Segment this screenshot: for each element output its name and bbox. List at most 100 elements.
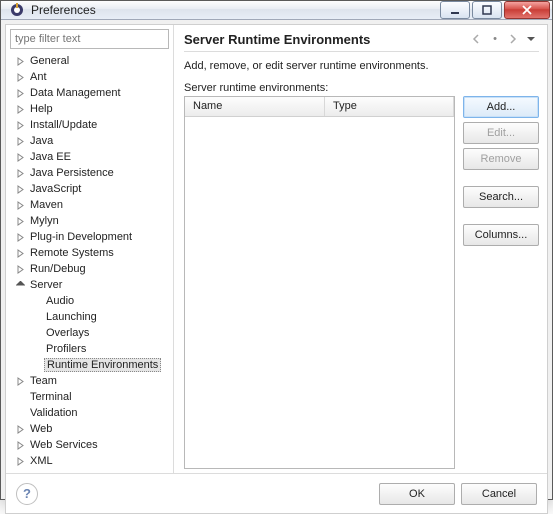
- button-column: Add... Edit... Remove Search... Columns.…: [463, 96, 539, 469]
- tree-item[interactable]: Server: [10, 277, 169, 293]
- tree-item[interactable]: Mylyn: [10, 213, 169, 229]
- tree-item[interactable]: Data Management: [10, 85, 169, 101]
- tree-item-label: Server: [28, 279, 64, 291]
- tree-item-label: XML: [28, 455, 55, 467]
- column-type[interactable]: Type: [325, 97, 454, 116]
- tree-item[interactable]: Terminal: [10, 389, 169, 405]
- preferences-window: Preferences General Ant Data Management Hel…: [0, 0, 553, 500]
- table-header: Name Type: [185, 97, 454, 117]
- collapsed-icon[interactable]: [14, 55, 26, 67]
- tree-item-label: Mylyn: [28, 215, 61, 227]
- tree-item-label: Profilers: [44, 343, 88, 355]
- cancel-button[interactable]: Cancel: [461, 483, 537, 505]
- tree-item[interactable]: Plug-in Development: [10, 229, 169, 245]
- runtime-table[interactable]: Name Type: [184, 96, 455, 469]
- tree-item[interactable]: XML: [10, 453, 169, 469]
- columns-button[interactable]: Columns...: [463, 224, 539, 246]
- tree-item-label: Maven: [28, 199, 65, 211]
- collapsed-icon[interactable]: [14, 231, 26, 243]
- tree-item[interactable]: Java Persistence: [10, 165, 169, 181]
- column-name[interactable]: Name: [185, 97, 325, 116]
- tree-item-label: Overlays: [44, 327, 91, 339]
- expanded-icon[interactable]: [14, 279, 26, 291]
- window-buttons: [438, 1, 550, 19]
- tree-item-label: Data Management: [28, 87, 123, 99]
- titlebar[interactable]: Preferences: [1, 1, 552, 20]
- tree-item-label: Remote Systems: [28, 247, 116, 259]
- table-label: Server runtime environments:: [184, 82, 539, 94]
- filter-input[interactable]: [10, 29, 169, 49]
- collapsed-icon[interactable]: [14, 439, 26, 451]
- dialog-body: General Ant Data Management HelpInstall/Upd…: [6, 25, 547, 473]
- page-description: Add, remove, or edit server runtime envi…: [184, 60, 539, 72]
- maximize-button[interactable]: [472, 1, 502, 19]
- tree-item[interactable]: Remote Systems: [10, 245, 169, 261]
- tree-item[interactable]: General: [10, 53, 169, 69]
- collapsed-icon[interactable]: [14, 71, 26, 83]
- table-body: [185, 117, 454, 468]
- tree-item-label: Terminal: [28, 391, 74, 403]
- tree-item-label: Team: [28, 375, 59, 387]
- help-icon[interactable]: ?: [16, 483, 38, 505]
- forward-icon[interactable]: [505, 31, 521, 47]
- tree-item[interactable]: Help: [10, 101, 169, 117]
- collapsed-icon[interactable]: [14, 183, 26, 195]
- window-title: Preferences: [31, 3, 438, 17]
- collapsed-icon[interactable]: [14, 375, 26, 387]
- tree-item[interactable]: Runtime Environments: [10, 357, 169, 373]
- add-button[interactable]: Add...: [463, 96, 539, 118]
- collapsed-icon[interactable]: [14, 215, 26, 227]
- menu-dropdown-icon[interactable]: [523, 31, 539, 47]
- tree-item[interactable]: Java EE: [10, 149, 169, 165]
- tree-item-label: Launching: [44, 311, 99, 323]
- sidebar: General Ant Data Management HelpInstall/Upd…: [6, 25, 174, 473]
- tree-item[interactable]: Team: [10, 373, 169, 389]
- remove-button[interactable]: Remove: [463, 148, 539, 170]
- tree-item[interactable]: Validation: [10, 405, 169, 421]
- tree-item[interactable]: Java: [10, 133, 169, 149]
- tree-item-label: Java EE: [28, 151, 73, 163]
- collapsed-icon[interactable]: [14, 119, 26, 131]
- page-title: Server Runtime Environments: [184, 32, 469, 47]
- collapsed-icon[interactable]: [14, 423, 26, 435]
- tree-item-label: Ant: [28, 71, 49, 83]
- collapsed-icon[interactable]: [14, 199, 26, 211]
- tree-item[interactable]: Overlays: [10, 325, 169, 341]
- minimize-button[interactable]: [440, 1, 470, 19]
- ok-button[interactable]: OK: [379, 483, 455, 505]
- tree-item-label: General: [28, 55, 71, 67]
- tree-item[interactable]: Profilers: [10, 341, 169, 357]
- tree-item-label: Validation: [28, 407, 80, 419]
- collapsed-icon[interactable]: [14, 103, 26, 115]
- tree-item[interactable]: Install/Update: [10, 117, 169, 133]
- dot-icon: •: [487, 31, 503, 47]
- tree-item-label: Runtime Environments: [44, 358, 161, 372]
- collapsed-icon[interactable]: [14, 455, 26, 467]
- collapsed-icon[interactable]: [14, 151, 26, 163]
- preferences-tree[interactable]: General Ant Data Management HelpInstall/Upd…: [10, 53, 169, 469]
- tree-item-label: Web Services: [28, 439, 100, 451]
- table-area: Name Type Add... Edit... Remove Search..…: [184, 96, 539, 469]
- tree-item[interactable]: Maven: [10, 197, 169, 213]
- tree-item[interactable]: Run/Debug: [10, 261, 169, 277]
- collapsed-icon[interactable]: [14, 87, 26, 99]
- tree-item-label: Plug-in Development: [28, 231, 134, 243]
- tree-item-label: Web: [28, 423, 54, 435]
- tree-item[interactable]: Launching: [10, 309, 169, 325]
- search-button[interactable]: Search...: [463, 186, 539, 208]
- tree-item[interactable]: JavaScript: [10, 181, 169, 197]
- back-icon[interactable]: [469, 31, 485, 47]
- collapsed-icon[interactable]: [14, 167, 26, 179]
- tree-item[interactable]: Web: [10, 421, 169, 437]
- tree-item[interactable]: Ant: [10, 69, 169, 85]
- tree-item-label: Java Persistence: [28, 167, 116, 179]
- tree-item-label: Java: [28, 135, 55, 147]
- collapsed-icon[interactable]: [14, 263, 26, 275]
- main-panel: Server Runtime Environments • Add, remov…: [174, 25, 547, 473]
- edit-button[interactable]: Edit...: [463, 122, 539, 144]
- close-button[interactable]: [504, 1, 550, 19]
- tree-item[interactable]: Web Services: [10, 437, 169, 453]
- collapsed-icon[interactable]: [14, 135, 26, 147]
- collapsed-icon[interactable]: [14, 247, 26, 259]
- tree-item[interactable]: Audio: [10, 293, 169, 309]
